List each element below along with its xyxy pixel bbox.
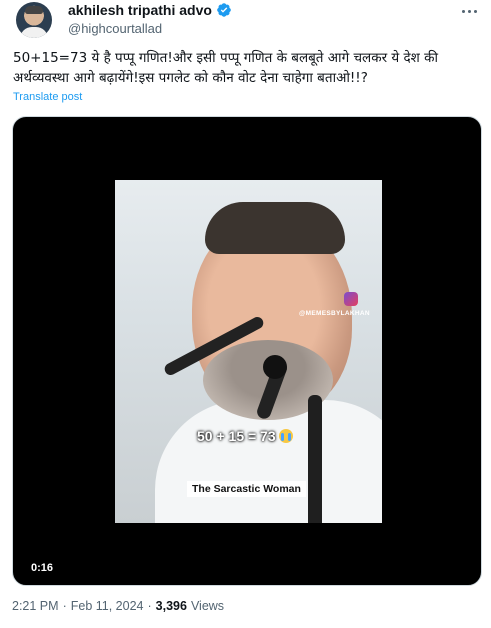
microphone-stand — [308, 395, 322, 523]
author-handle[interactable]: @highcourtallad — [68, 21, 162, 36]
speaker-hair — [205, 202, 345, 254]
post-text: 50+15=73 ये है पप्पू गणित!और इसी पप्पू ग… — [13, 50, 443, 86]
post-meta: 2:21 PM · Feb 11, 2024 · 3,396 Views — [12, 599, 224, 613]
post-time[interactable]: 2:21 PM — [12, 599, 59, 613]
views-count[interactable]: 3,396 — [156, 599, 187, 613]
video-duration: 0:16 — [27, 561, 58, 575]
meta-separator: · — [62, 599, 67, 613]
video-caption-text: 50 + 15 = 73 — [197, 428, 276, 444]
author-name-row: akhilesh tripathi advo — [68, 2, 232, 18]
video-credit: The Sarcastic Woman — [187, 481, 306, 497]
post-date[interactable]: Feb 11, 2024 — [71, 599, 144, 613]
post-header: akhilesh tripathi advo @highcourtallad — [12, 0, 482, 44]
crying-face-icon — [278, 429, 293, 443]
video-caption: 50 + 15 = 73 — [197, 428, 293, 444]
video-watermark: @MEMESBYLAKHAN — [299, 310, 370, 317]
translate-post-link[interactable]: Translate post — [13, 91, 82, 103]
more-options-icon[interactable] — [458, 4, 480, 18]
avatar-hair — [25, 6, 43, 14]
video-frame: @MEMESBYLAKHAN 50 + 15 = 73 The Sarcasti… — [115, 180, 382, 523]
video-player[interactable]: @MEMESBYLAKHAN 50 + 15 = 73 The Sarcasti… — [12, 116, 482, 586]
views-label: Views — [190, 599, 225, 613]
meta-separator: · — [147, 599, 152, 613]
verified-badge-icon — [217, 3, 231, 17]
avatar[interactable] — [16, 2, 52, 38]
avatar-shirt — [20, 27, 48, 38]
instagram-icon — [344, 292, 358, 306]
author-name[interactable]: akhilesh tripathi advo — [68, 2, 212, 18]
tweet-post: akhilesh tripathi advo @highcourtallad 5… — [0, 0, 491, 628]
microphone-icon — [263, 355, 287, 379]
